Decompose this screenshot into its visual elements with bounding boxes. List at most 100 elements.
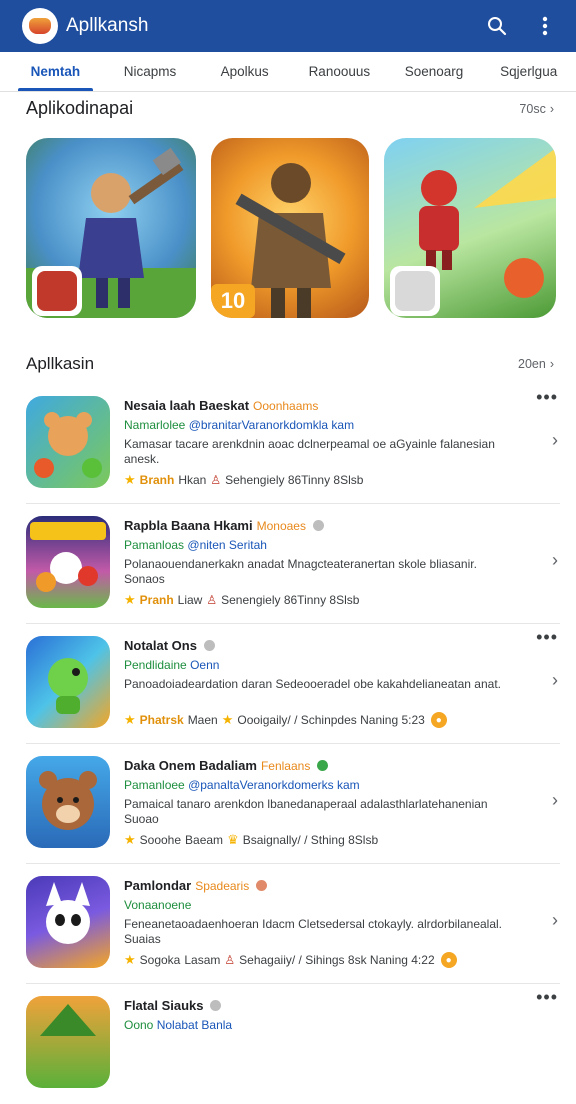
coin-icon: ●	[440, 952, 457, 968]
app-rating: Branh	[139, 473, 175, 487]
rank-badge: 10	[211, 284, 255, 318]
verified-icon	[312, 520, 324, 531]
verified-icon	[203, 640, 215, 651]
app-handle[interactable]: Nolabat Banla	[157, 1018, 232, 1032]
more-horiz-icon[interactable]: •••	[536, 388, 558, 406]
chevron-right-icon: ›	[549, 357, 554, 371]
app-title: Apllkansh	[66, 15, 149, 36]
list-item[interactable]: Pamlondar Spadearis Vonaanoene Feneanetao…	[26, 864, 560, 984]
list-more-link[interactable]: 20en ›	[518, 357, 554, 371]
app-developer: Oono	[124, 1018, 154, 1032]
star-icon: ★	[124, 472, 136, 487]
app-name: Pamlondar	[124, 878, 192, 893]
app-handle[interactable]: @branitarVaranorkdomkla kam	[189, 418, 354, 432]
chevron-right-icon[interactable]: ›	[552, 550, 558, 571]
verified-icon	[256, 880, 268, 891]
verified-icon	[210, 1000, 222, 1011]
app-handle[interactable]: @panaltaVeranorkdomerks kam	[188, 778, 360, 792]
list-item[interactable]: ••• Notalat Ons Pendlidaine Oenn Panoado…	[26, 624, 560, 744]
app-stat-detail: Oooigaily/ / Schinpdes Naning 5:23	[237, 713, 425, 727]
dino-game-icon	[26, 636, 110, 728]
app-description: Panoadoiadeardation daran Sedeooeradel o…	[124, 677, 501, 691]
app-developer: Pendlidaine	[124, 658, 187, 672]
app-rating: Sogoka	[139, 953, 181, 967]
app-tag: Fenlaans	[260, 758, 311, 773]
list-header: Apllkasin 20en ›	[26, 354, 554, 374]
app-stat-detail: Sehagaiiy/ / Sihings 8sk Naning 4:22	[239, 953, 435, 967]
app-developer: Vonaanoene	[124, 898, 192, 912]
tab-bar: Nemtah Nicapms Apolkus Ranoouus Soenoarg…	[0, 52, 576, 92]
app-description: Feneanetaoadaenhoeran Idacm Cletsedersal…	[124, 917, 503, 946]
tab-5[interactable]: Sqjerlgua	[481, 52, 576, 91]
featured-card-1[interactable]	[26, 138, 196, 318]
list-title: Apllkasin	[26, 354, 95, 373]
app-rating: Phatrsk	[139, 713, 184, 727]
app-name: Flatal Siauks	[124, 998, 204, 1013]
person-icon: ♙	[210, 473, 222, 487]
app-stat-detail: Sehengiely 86Tinny 8Slsb	[225, 473, 364, 487]
app-stat: Maen	[187, 713, 218, 727]
crown-icon: ♛	[227, 832, 239, 847]
app-rating: Pranh	[139, 593, 174, 607]
app-stat: Baeam	[185, 833, 224, 847]
featured-card-3[interactable]	[384, 138, 556, 318]
featured-card-2[interactable]: 10	[211, 138, 369, 318]
list-item[interactable]: Daka Onem Badaliam Fenlaans Pamanloee @pa…	[26, 744, 560, 864]
featured-title: Aplikodinapai	[26, 98, 134, 118]
search-icon[interactable]	[482, 11, 512, 41]
app-stat-detail: Bsaignally/ / Sthing 8Slsb	[242, 833, 379, 847]
chevron-right-icon[interactable]: ›	[552, 430, 558, 451]
list-item[interactable]: ••• Flatal Siauks Oono Nolabat Banla	[26, 984, 560, 1104]
app-stat-detail: Senengiely 86Tinny 8Slsb	[221, 593, 360, 607]
tab-2[interactable]: Apolkus	[197, 52, 292, 91]
more-horiz-icon[interactable]: •••	[536, 988, 558, 1006]
person-icon: ♙	[224, 953, 236, 967]
app-name: Notalat Ons	[124, 638, 197, 653]
star-icon: ★	[124, 712, 136, 727]
featured-card-1-badge	[32, 266, 82, 316]
tab-4[interactable]: Soenoarg	[387, 52, 482, 91]
featured-more-label: 70sc	[519, 101, 546, 116]
list-item[interactable]: Rapbla Baana Hkami Monoaes Pamanloas @nit…	[26, 504, 560, 624]
featured-card-3-badge	[390, 266, 440, 316]
app-tag: Spadearis	[195, 878, 250, 893]
app-bar: Apllkansh	[0, 0, 576, 52]
star-icon: ★	[124, 832, 136, 847]
star-icon: ★	[124, 952, 136, 967]
app-logo	[22, 8, 58, 44]
tab-1[interactable]: Nicapms	[103, 52, 198, 91]
person-icon: ♙	[206, 593, 218, 607]
app-developer: Pamanloee	[124, 778, 185, 792]
tab-0[interactable]: Nemtah	[8, 52, 103, 91]
verified-icon	[317, 760, 329, 771]
more-horiz-icon[interactable]: •••	[536, 628, 558, 646]
featured-carousel: 10	[26, 138, 556, 320]
bear-game-icon	[26, 396, 110, 488]
tab-3[interactable]: Ranoouus	[292, 52, 387, 91]
star-icon: ★	[221, 712, 234, 727]
app-list: ••• Nesaia laah Baeskat Ooonhaams Namarlo…	[0, 384, 576, 1104]
games-app-icon	[26, 516, 110, 608]
chevron-right-icon[interactable]: ›	[552, 790, 558, 811]
featured-more-link[interactable]: 70sc ›	[519, 102, 554, 116]
app-rating: Sooohe	[139, 833, 182, 847]
app-handle[interactable]: @niten Seritah	[187, 538, 267, 552]
featured-header: Aplikodinapai 70sc ›	[26, 98, 554, 119]
app-stat: Lasam	[184, 953, 221, 967]
list-item[interactable]: ••• Nesaia laah Baeskat Ooonhaams Namarlo…	[26, 384, 560, 504]
app-stat: Hkan	[178, 473, 207, 487]
coin-icon: ●	[430, 712, 447, 728]
app-tag: Ooonhaams	[253, 398, 319, 413]
app-developer: Namarlolee	[124, 418, 186, 432]
app-description: Polanaouendanerkakn anadat Mnagcteateran…	[124, 557, 477, 586]
app-name: Daka Onem Badaliam	[124, 758, 257, 773]
chevron-right-icon[interactable]: ›	[552, 910, 558, 931]
app-name: Rapbla Baana Hkami	[124, 518, 253, 533]
chevron-right-icon[interactable]: ›	[552, 670, 558, 691]
more-vert-icon[interactable]	[530, 11, 560, 41]
bear-face-icon	[26, 756, 110, 848]
panda-game-icon	[26, 876, 110, 968]
app-handle[interactable]: Oenn	[190, 658, 219, 672]
star-icon: ★	[124, 592, 136, 607]
app-description: Pamaical tanaro arenkdon lbanedanaperaal…	[124, 797, 488, 826]
